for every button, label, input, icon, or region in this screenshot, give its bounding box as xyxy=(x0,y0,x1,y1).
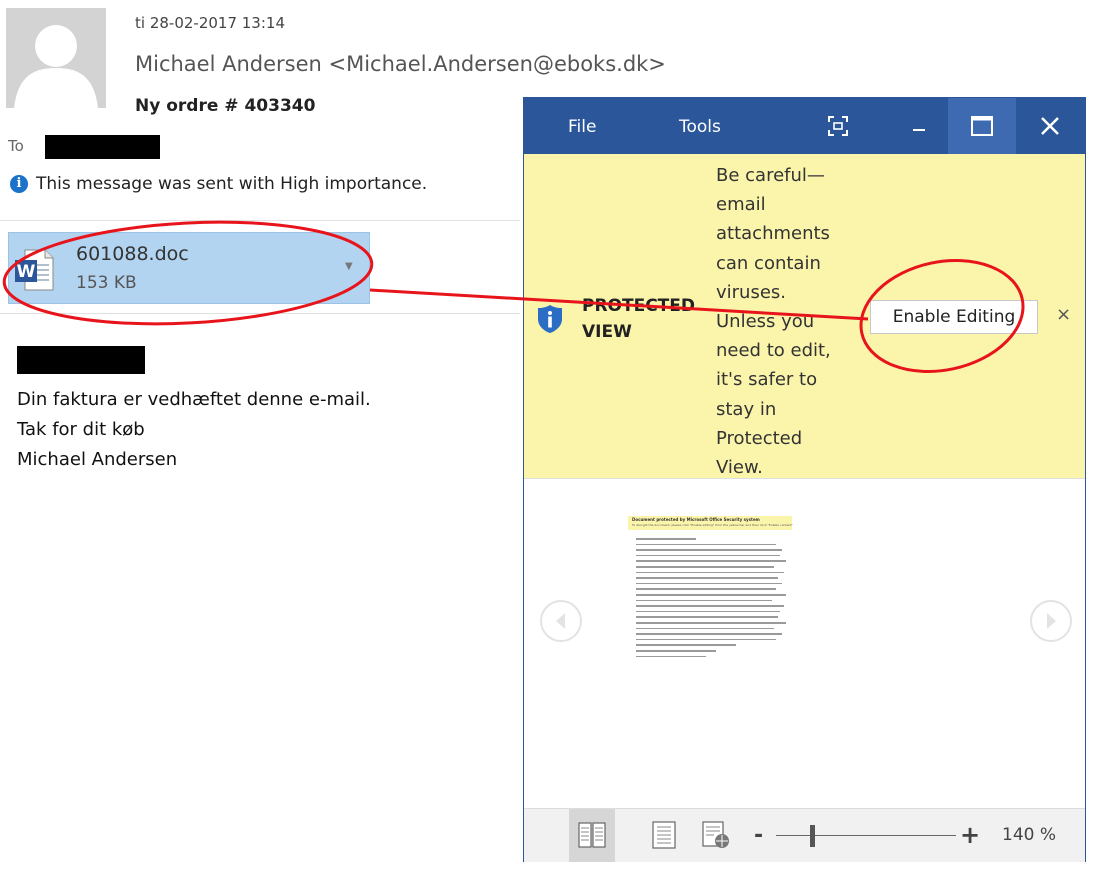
web-layout-icon[interactable] xyxy=(702,821,730,849)
close-icon xyxy=(1041,117,1059,135)
thumbnail-text-line xyxy=(636,616,778,618)
focus-icon xyxy=(828,116,848,136)
close-button[interactable] xyxy=(1016,98,1085,154)
message-line: viruses. xyxy=(716,281,787,303)
body-line: Michael Andersen xyxy=(17,449,178,470)
book-icon xyxy=(578,822,606,848)
message-line: stay in xyxy=(716,398,777,420)
zoom-out-button[interactable]: - xyxy=(754,823,763,848)
to-label: To xyxy=(8,137,24,155)
svg-text:W: W xyxy=(17,262,36,282)
thumbnail-text-line xyxy=(636,543,776,546)
thumbnail-text-line xyxy=(636,633,782,635)
maximize-button[interactable] xyxy=(948,98,1016,154)
thumbnail-text-line xyxy=(636,594,786,596)
message-line: Unless you xyxy=(716,311,815,333)
protected-view-message: Be careful— email attachments can contai… xyxy=(716,161,866,482)
body-line: Din faktura er vedhæftet denne e-mail. xyxy=(17,389,371,410)
minimize-button[interactable] xyxy=(892,98,948,154)
message-line: Be careful— xyxy=(716,165,825,186)
info-shield-icon xyxy=(538,305,562,333)
next-page-icon[interactable] xyxy=(1029,599,1073,643)
message-line: attachments xyxy=(716,223,830,245)
word-doc-icon: W xyxy=(15,249,54,291)
message-line: it's safer to xyxy=(716,369,818,391)
minimize-icon xyxy=(913,129,925,131)
message-line: can contain xyxy=(716,252,821,274)
word-window: File Tools PROTECTED VIEW Be careful— em… xyxy=(523,97,1086,862)
thumbnail-text-line xyxy=(636,610,780,613)
label-line: PROTECTED xyxy=(582,296,696,316)
importance-notice: i This message was sent with High import… xyxy=(10,174,427,194)
thumbnail-text-line xyxy=(636,599,772,602)
thumbnail-text-line xyxy=(636,650,716,652)
body-line: Tak for dit køb xyxy=(17,419,145,440)
attachment-item[interactable]: W 601088.doc 153 KB ▼ xyxy=(8,232,370,304)
thumbnail-text-line xyxy=(636,644,736,646)
protected-view-label: PROTECTED VIEW xyxy=(582,293,696,345)
email-body: Din faktura er vedhæftet denne e-mail. T… xyxy=(17,385,371,475)
thumbnail-text-line xyxy=(636,554,780,557)
zoom-level[interactable]: 140 % xyxy=(1002,825,1056,845)
document-viewer: Document protected by Microsoft Office S… xyxy=(524,478,1085,809)
thumbnail-text-line xyxy=(636,582,782,585)
thumbnail-text-line xyxy=(636,655,706,658)
status-bar: - + 140 % xyxy=(524,808,1085,862)
redacted-greeting xyxy=(17,346,145,374)
thumbnail-text-line xyxy=(636,538,696,540)
person-icon xyxy=(6,8,106,108)
previous-page-icon[interactable] xyxy=(539,599,583,643)
thumbnail-text-line xyxy=(636,588,776,590)
zoom-in-button[interactable]: + xyxy=(960,821,980,849)
thumbnail-text-line xyxy=(636,549,782,551)
print-layout-icon[interactable] xyxy=(652,821,676,849)
thumbnail-text-line xyxy=(636,622,786,624)
thumbnail-header: Document protected by Microsoft Office S… xyxy=(628,516,793,530)
zoom-slider-track[interactable] xyxy=(776,835,956,836)
message-line: Protected xyxy=(716,427,803,449)
divider xyxy=(0,313,520,314)
thumbnail-text-line xyxy=(636,638,776,641)
thumbnail-title: Document protected by Microsoft Office S… xyxy=(632,517,760,522)
chevron-down-icon[interactable]: ▼ xyxy=(345,261,353,272)
attachment-name: 601088.doc xyxy=(76,243,189,265)
page-thumbnail[interactable]: Document protected by Microsoft Office S… xyxy=(628,516,793,676)
read-mode-button[interactable] xyxy=(569,809,615,862)
info-icon: i xyxy=(10,175,28,193)
sender-avatar xyxy=(6,8,106,108)
zoom-slider-thumb[interactable] xyxy=(810,825,815,847)
redacted-recipient xyxy=(45,135,160,159)
message-line: need to edit, xyxy=(716,340,831,362)
protected-view-bar: PROTECTED VIEW Be careful— email attachm… xyxy=(524,154,1085,478)
thumbnail-text-line xyxy=(636,577,778,579)
attachment-size: 153 KB xyxy=(76,273,137,293)
menu-file[interactable]: File xyxy=(568,117,596,137)
thumbnail-text-line xyxy=(636,571,784,574)
thumbnail-text-line xyxy=(636,605,784,607)
label-line: VIEW xyxy=(582,322,632,342)
message-line: email xyxy=(716,194,766,216)
thumbnail-text-line xyxy=(636,560,786,562)
title-bar: File Tools xyxy=(524,98,1085,154)
enable-editing-button[interactable]: Enable Editing xyxy=(870,300,1038,334)
divider xyxy=(0,220,520,221)
email-sender[interactable]: Michael Andersen <Michael.Andersen@eboks… xyxy=(135,52,666,76)
focus-mode-button[interactable] xyxy=(824,112,852,140)
importance-text: This message was sent with High importan… xyxy=(36,174,428,194)
close-bar-icon[interactable]: × xyxy=(1056,304,1071,325)
maximize-icon xyxy=(971,116,993,136)
email-subject: Ny ordre # 403340 xyxy=(135,96,316,116)
thumbnail-text-line xyxy=(636,566,774,568)
menu-tools[interactable]: Tools xyxy=(679,117,721,137)
email-date: ti 28-02-2017 13:14 xyxy=(135,14,285,32)
thumbnail-text-line xyxy=(636,627,774,630)
thumbnail-subtitle: To decrypt the document, please click "E… xyxy=(632,523,793,527)
